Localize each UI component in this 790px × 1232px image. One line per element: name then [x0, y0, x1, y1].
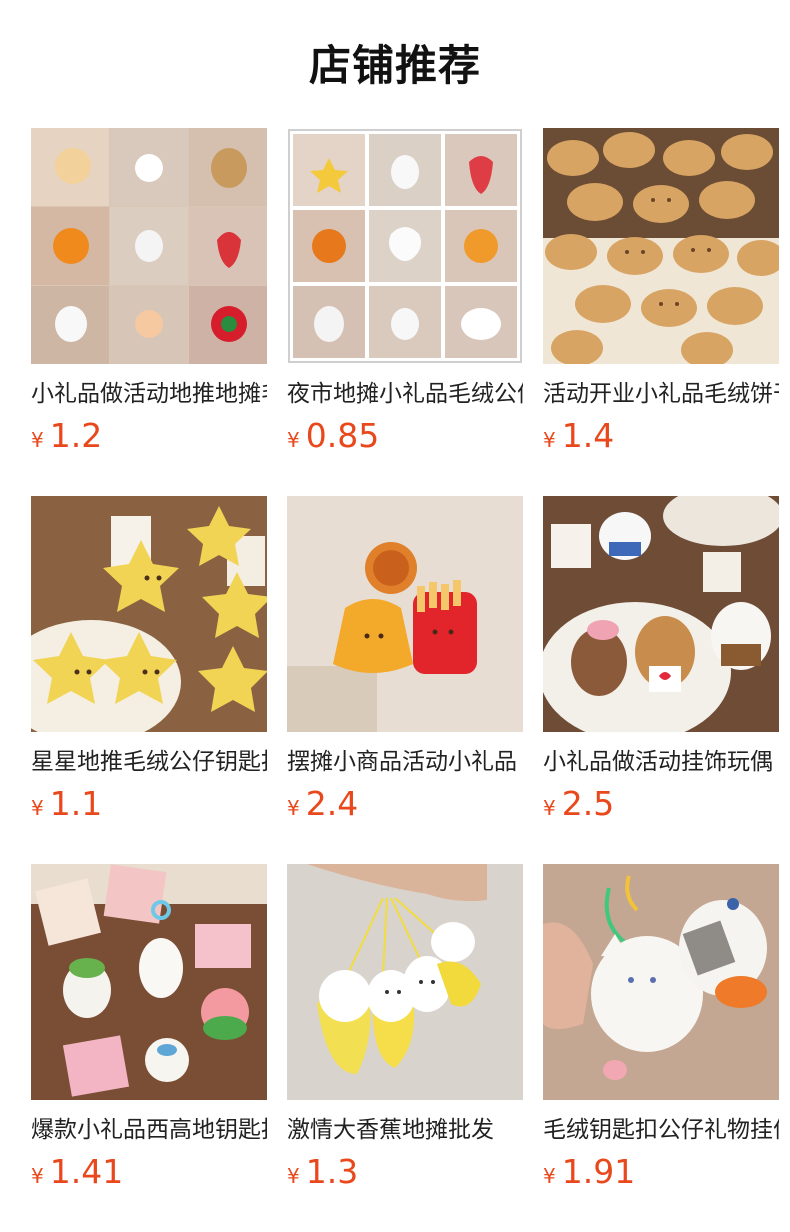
- product-name: 小礼品做活动挂饰玩偶: [543, 749, 773, 775]
- product-price: ¥2.4: [287, 784, 358, 824]
- price-value: 1.1: [49, 784, 103, 823]
- price-value: 1.91: [561, 1152, 636, 1191]
- product-card[interactable]: 摆摊小商品活动小礼品 ¥2.4: [287, 496, 523, 864]
- product-card[interactable]: 爆款小礼品西高地钥匙扣 ¥1.41: [31, 864, 267, 1232]
- product-card[interactable]: 小礼品做活动地推地摊毛绒 ¥1.2: [31, 128, 267, 496]
- product-image[interactable]: [543, 496, 779, 732]
- currency-symbol: ¥: [31, 428, 44, 452]
- page-title: 店铺推荐: [308, 41, 481, 90]
- price-value: 1.2: [49, 416, 103, 455]
- product-image[interactable]: [287, 496, 523, 732]
- currency-symbol: ¥: [287, 1164, 300, 1188]
- product-image-graphic: [543, 496, 779, 732]
- product-card[interactable]: 星星地推毛绒公仔钥匙扣 ¥1.1: [31, 496, 267, 864]
- product-name: 激情大香蕉地摊批发: [287, 1117, 494, 1143]
- product-name: 毛绒钥匙扣公仔礼物挂件: [543, 1117, 779, 1143]
- product-image[interactable]: [31, 128, 267, 364]
- product-card[interactable]: 小礼品做活动挂饰玩偶 ¥2.5: [543, 496, 779, 864]
- product-image-graphic: [543, 864, 779, 1100]
- product-card[interactable]: 毛绒钥匙扣公仔礼物挂件 ¥1.91: [543, 864, 779, 1232]
- product-grid: 小礼品做活动地推地摊毛绒 ¥1.2: [31, 128, 779, 1232]
- price-value: 2.4: [305, 784, 359, 823]
- product-name: 星星地推毛绒公仔钥匙扣: [31, 749, 267, 775]
- product-image-graphic: [31, 496, 267, 732]
- product-price: ¥1.1: [31, 784, 102, 824]
- currency-symbol: ¥: [543, 796, 556, 820]
- price-value: 1.3: [305, 1152, 359, 1191]
- product-card[interactable]: 激情大香蕉地摊批发 ¥1.3: [287, 864, 523, 1232]
- currency-symbol: ¥: [31, 1164, 44, 1188]
- product-price: ¥1.4: [543, 416, 614, 456]
- product-price: ¥2.5: [543, 784, 614, 824]
- price-value: 1.4: [561, 416, 615, 455]
- product-image-graphic: [287, 496, 523, 732]
- product-image-graphic: [287, 128, 523, 364]
- product-image[interactable]: [31, 864, 267, 1100]
- product-name: 夜市地摊小礼品毛绒公仔: [287, 381, 523, 407]
- product-price: ¥1.41: [31, 1152, 123, 1192]
- product-name: 摆摊小商品活动小礼品: [287, 749, 517, 775]
- product-image-graphic: [31, 128, 267, 364]
- product-image-graphic: [31, 864, 267, 1100]
- product-image-graphic: [543, 128, 779, 364]
- price-value: 0.85: [305, 416, 380, 455]
- shop-recommendations-page: 店铺推荐 小礼品做活动地推地摊 ¥ 1.2 夜市地摊小礼品毛绒公仔 ¥ 0.85…: [0, 0, 790, 1232]
- price-value: 2.5: [561, 784, 615, 823]
- product-image[interactable]: [31, 496, 267, 732]
- currency-symbol: ¥: [543, 428, 556, 452]
- product-image[interactable]: [287, 864, 523, 1100]
- product-image[interactable]: [543, 128, 779, 364]
- product-price: ¥1.3: [287, 1152, 358, 1192]
- product-price: ¥1.2: [31, 416, 102, 456]
- product-image-graphic: [287, 864, 523, 1100]
- product-name: 活动开业小礼品毛绒饼干: [543, 381, 779, 407]
- product-name: 爆款小礼品西高地钥匙扣: [31, 1117, 267, 1143]
- product-image[interactable]: [287, 128, 523, 364]
- currency-symbol: ¥: [287, 796, 300, 820]
- product-price: ¥0.85: [287, 416, 379, 456]
- product-price: ¥1.91: [543, 1152, 635, 1192]
- product-card[interactable]: 夜市地摊小礼品毛绒公仔 ¥0.85: [287, 128, 523, 496]
- currency-symbol: ¥: [287, 428, 300, 452]
- currency-symbol: ¥: [31, 796, 44, 820]
- product-name: 小礼品做活动地推地摊毛绒: [31, 381, 267, 407]
- currency-symbol: ¥: [543, 1164, 556, 1188]
- price-value: 1.41: [49, 1152, 124, 1191]
- product-card[interactable]: 活动开业小礼品毛绒饼干 ¥1.4: [543, 128, 779, 496]
- product-image[interactable]: [543, 864, 779, 1100]
